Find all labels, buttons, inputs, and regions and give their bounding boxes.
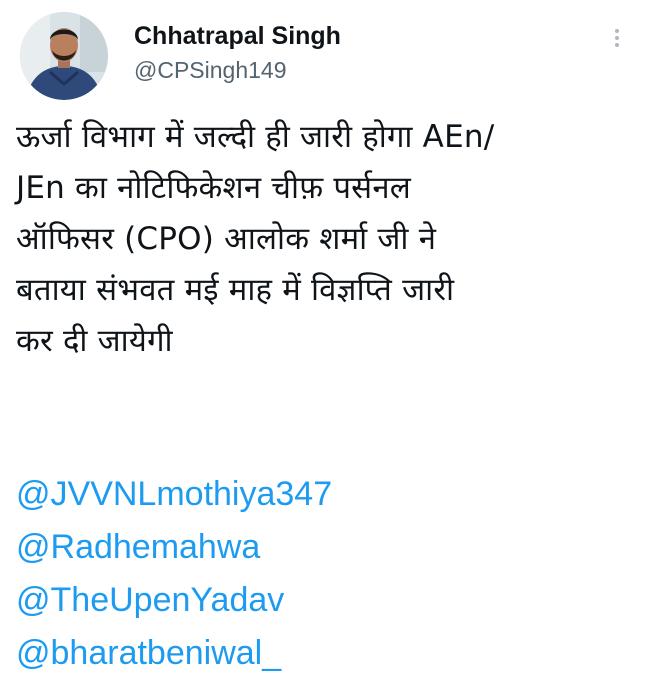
- tweet-card: Chhatrapal Singh @CPSingh149 ऊर्जा विभाग…: [0, 0, 649, 693]
- author-names: Chhatrapal Singh @CPSingh149: [134, 20, 341, 86]
- tweet-text-line: कर दी जायेगी: [16, 323, 173, 359]
- mention-link[interactable]: @JVVNLmothiya347: [16, 468, 332, 521]
- tweet-text-line: JEn का नोटिफिकेशन चीफ़ पर्सनल: [16, 170, 411, 206]
- author-avatar[interactable]: [20, 12, 108, 100]
- mention-link[interactable]: @Radhemahwa: [16, 521, 332, 574]
- tweet-text-line: ऑफिसर (CPO) आलोक शर्मा जी ने: [16, 221, 437, 257]
- mention-link[interactable]: @bharatbeniwal_: [16, 627, 332, 680]
- author-handle[interactable]: @CPSingh149: [134, 54, 341, 86]
- mention-link[interactable]: @TheUpenYadav: [16, 574, 332, 627]
- tweet-header: Chhatrapal Singh @CPSingh149: [20, 12, 630, 102]
- mention-list: @JVVNLmothiya347 @Radhemahwa @TheUpenYad…: [16, 468, 332, 680]
- avatar-photo-icon: [20, 12, 108, 100]
- tweet-text-line: बताया संभवत मई माह में विज्ञप्ति जारी: [16, 272, 455, 308]
- tweet-text: ऊर्जा विभाग में जल्दी ही जारी होगा AEn/ …: [16, 112, 636, 367]
- tweet-text-line: ऊर्जा विभाग में जल्दी ही जारी होगा AEn/: [16, 119, 495, 155]
- author-display-name[interactable]: Chhatrapal Singh: [134, 20, 341, 52]
- more-options-icon[interactable]: [610, 26, 624, 56]
